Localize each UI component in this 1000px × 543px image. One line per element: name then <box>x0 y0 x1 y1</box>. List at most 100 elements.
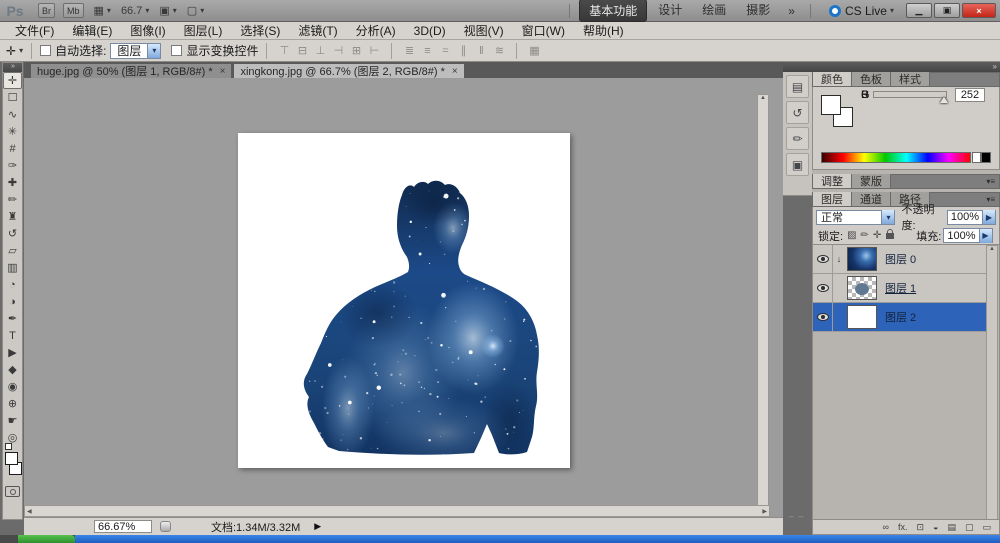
panel-tab[interactable]: 蒙版 <box>852 174 891 188</box>
screen-mode-button[interactable]: ▢ ▾ <box>187 4 204 17</box>
auto-select-checkbox[interactable] <box>40 45 51 56</box>
auto-align-layers-button[interactable]: ▦ <box>526 44 542 57</box>
menu-item[interactable]: 图像(I) <box>121 22 174 39</box>
menu-item[interactable]: 滤镜(T) <box>289 22 346 39</box>
visibility-cell[interactable] <box>813 245 833 273</box>
minimize-button[interactable]: ▁ <box>906 3 932 18</box>
canvas-pasteboard[interactable]: ▲ <box>24 78 770 505</box>
panel-tab[interactable]: 通道 <box>852 192 891 206</box>
link-layers-icon[interactable]: ∞ <box>883 522 889 532</box>
layer-thumbnail[interactable] <box>847 305 877 329</box>
menu-item[interactable]: 窗口(W) <box>513 22 574 39</box>
visibility-cell[interactable] <box>813 274 833 302</box>
slider-track[interactable] <box>873 91 947 98</box>
panel-tab[interactable]: 颜色 <box>813 72 852 86</box>
lasso-tool[interactable]: ∿ <box>3 106 22 123</box>
dock-collapse-button[interactable]: » <box>783 62 1000 72</box>
add-layer-mask-icon[interactable]: ⊡ <box>916 522 924 533</box>
align-bottom-edges-icon[interactable]: ⊥ <box>312 44 328 57</box>
panel-menu-icon[interactable]: ▾≡ <box>986 177 998 186</box>
black-swatch[interactable] <box>981 152 991 163</box>
panel-tab[interactable]: 调整 <box>813 174 852 188</box>
menu-item[interactable]: 视图(V) <box>455 22 513 39</box>
white-swatch[interactable] <box>972 152 981 163</box>
menu-item[interactable]: 分析(A) <box>347 22 405 39</box>
panel-tab[interactable]: 样式 <box>891 72 930 86</box>
view-extras-button[interactable]: ▦ ▾ <box>94 4 111 17</box>
document-tab[interactable]: xingkong.jpg @ 66.7% (图层 2, RGB/8#) *× <box>233 63 464 78</box>
history-brush-tool[interactable]: ↺ <box>3 225 22 242</box>
launch-bridge-button[interactable]: Br <box>38 3 55 18</box>
history-icon[interactable]: ↺ <box>786 101 809 124</box>
status-zoom-input[interactable]: 66.67% <box>94 520 152 533</box>
rectangular-marquee-tool[interactable]: ☐ <box>3 89 22 106</box>
crop-tool[interactable]: # <box>3 140 22 157</box>
object-rotate-3d-tool[interactable]: ◉ <box>3 378 22 395</box>
cs-live-button[interactable]: CS Live ▾ <box>829 4 894 18</box>
lock-position-icon[interactable]: ✛ <box>873 230 881 241</box>
toolbar-collapse-button[interactable]: » <box>3 63 22 72</box>
scroll-right-icon[interactable]: ▶ <box>762 508 767 515</box>
layer-name[interactable]: 图层 2 <box>885 309 916 325</box>
pen-tool[interactable]: ✒ <box>3 310 22 327</box>
default-colors-icon[interactable] <box>5 443 12 450</box>
distribute-bottom-edges-icon[interactable]: = <box>437 45 453 57</box>
delete-layer-icon[interactable]: ▭ <box>982 522 991 533</box>
scroll-up-icon[interactable]: ▲ <box>989 246 995 252</box>
close-button[interactable]: × <box>962 3 996 18</box>
new-adjustment-layer-icon[interactable]: ◒ <box>933 522 938 532</box>
menu-item[interactable]: 帮助(H) <box>574 22 633 39</box>
layer-thumbnail[interactable] <box>847 247 877 271</box>
zoom-level-button[interactable]: 66.7 ▾ <box>121 5 149 17</box>
menu-item[interactable]: 3D(D) <box>405 24 455 38</box>
custom-shape-tool[interactable]: ◆ <box>3 361 22 378</box>
document-tab[interactable]: huge.jpg @ 50% (图层 1, RGB/8#) *× <box>30 63 232 78</box>
layer-thumbnail[interactable] <box>847 276 877 300</box>
move-tool-preset-icon[interactable]: ✛ <box>6 44 16 58</box>
menu-item[interactable]: 选择(S) <box>231 22 289 39</box>
distribute-top-edges-icon[interactable]: ≣ <box>401 44 417 57</box>
clone-source-icon[interactable]: ▣ <box>786 153 809 176</box>
color-spectrum-ramp[interactable] <box>821 152 971 163</box>
show-transform-checkbox[interactable] <box>171 45 182 56</box>
workspace-button[interactable]: 绘画 <box>693 0 735 22</box>
scroll-left-icon[interactable]: ◀ <box>27 508 32 515</box>
align-vertical-centers-icon[interactable]: ⊟ <box>294 44 310 57</box>
align-top-edges-icon[interactable]: ⊤ <box>276 44 292 57</box>
brush-tool[interactable]: ✏ <box>3 191 22 208</box>
channel-value-input[interactable]: 252 <box>955 88 985 102</box>
new-group-icon[interactable]: ▤ <box>947 522 956 533</box>
distribute-horizontal-centers-icon[interactable]: ‖ <box>473 45 489 57</box>
blur-tool[interactable]: ◔ <box>3 276 22 293</box>
move-tool[interactable]: ✛ <box>3 72 22 89</box>
menu-item[interactable]: 编辑(E) <box>63 22 121 39</box>
lock-transparency-icon[interactable]: ▨ <box>847 230 856 241</box>
panel-tab[interactable]: 色板 <box>852 72 891 86</box>
distribute-vertical-centers-icon[interactable]: ≡ <box>419 45 435 57</box>
brush-presets-icon[interactable]: ✏ <box>786 127 809 150</box>
lock-all-icon[interactable] <box>886 233 894 239</box>
quick-selection-tool[interactable]: ✳ <box>3 123 22 140</box>
gradient-tool[interactable]: ▥ <box>3 259 22 276</box>
layer-name[interactable]: 图层 1 <box>885 280 916 296</box>
tab-close-icon[interactable]: × <box>452 66 458 77</box>
quick-mask-button[interactable] <box>5 486 20 497</box>
status-options-button[interactable]: ▶ <box>314 521 321 532</box>
eyedropper-tool[interactable]: ✑ <box>3 157 22 174</box>
layer-row[interactable]: ↓ 图层 1 <box>813 274 987 303</box>
visibility-cell[interactable] <box>813 303 833 331</box>
path-selection-tool[interactable]: ▶ <box>3 344 22 361</box>
lock-paint-icon[interactable]: ✏ <box>861 230 869 241</box>
layer-style-icon[interactable]: fx. <box>898 522 908 532</box>
layer-row[interactable]: ↓ 图层 2 <box>813 303 987 332</box>
launch-minibridge-button[interactable]: Mb <box>63 3 84 18</box>
auto-select-dropdown[interactable]: 图层 ▾ <box>110 43 161 59</box>
document-canvas[interactable] <box>238 133 570 468</box>
eraser-tool[interactable]: ▱ <box>3 242 22 259</box>
distribute-left-edges-icon[interactable]: ∥ <box>455 44 471 57</box>
more-workspaces-button[interactable]: » <box>788 4 794 18</box>
mini-bridge-icon[interactable]: ▤ <box>786 75 809 98</box>
workspace-button[interactable]: 基本功能 <box>579 0 647 22</box>
menu-item[interactable]: 文件(F) <box>6 22 63 39</box>
horizontal-scrollbar[interactable]: ◀ ▶ <box>24 505 770 517</box>
